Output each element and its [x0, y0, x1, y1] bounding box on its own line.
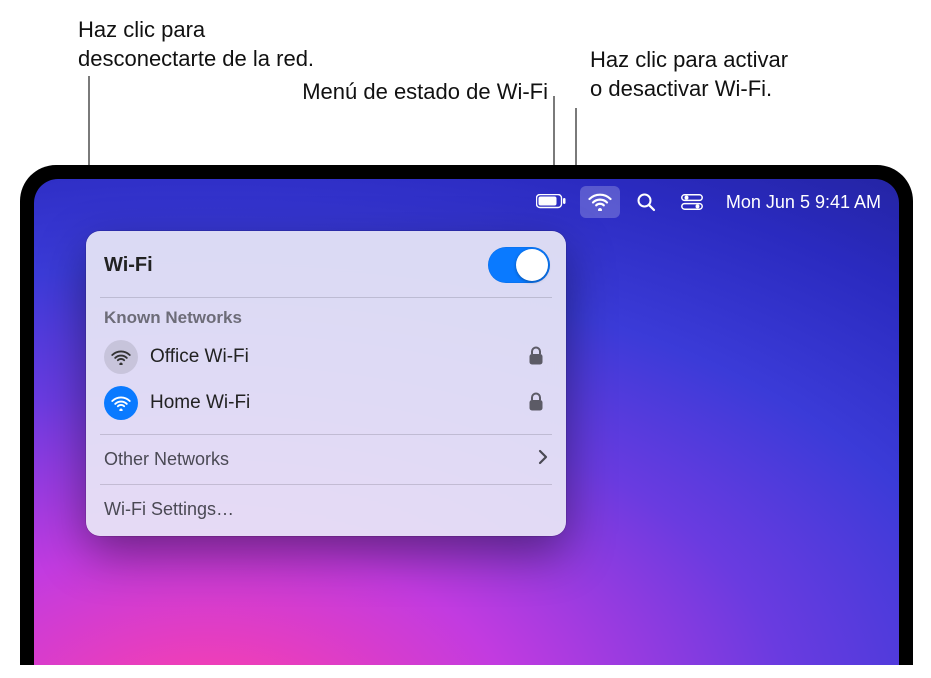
- menubar-datetime[interactable]: Mon Jun 5 9:41 AM: [718, 192, 889, 213]
- control-center-icon[interactable]: [672, 186, 712, 218]
- wifi-settings-row[interactable]: Wi-Fi Settings…: [100, 487, 552, 532]
- desktop-wallpaper: Mon Jun 5 9:41 AM Wi-Fi Known Networks: [34, 179, 899, 665]
- callout-toggle: Haz clic para activaro desactivar Wi-Fi.: [590, 46, 890, 103]
- device-frame: Mon Jun 5 9:41 AM Wi-Fi Known Networks: [20, 165, 913, 665]
- menubar: Mon Jun 5 9:41 AM: [34, 179, 899, 225]
- battery-icon[interactable]: [528, 186, 574, 218]
- callout-status-menu: Menú de estado de Wi-Fi: [248, 78, 548, 107]
- wifi-panel-title: Wi-Fi: [104, 254, 153, 277]
- divider: [100, 297, 552, 298]
- wifi-icon: [104, 386, 138, 420]
- network-name-label: Office Wi-Fi: [150, 346, 516, 368]
- other-networks-row[interactable]: Other Networks: [100, 437, 552, 482]
- divider: [100, 484, 552, 485]
- network-name-label: Home Wi-Fi: [150, 392, 516, 414]
- wifi-toggle-switch[interactable]: [488, 247, 550, 283]
- known-networks-label: Known Networks: [100, 300, 552, 334]
- lock-icon: [528, 392, 548, 414]
- wifi-icon: [104, 340, 138, 374]
- network-row-home[interactable]: Home Wi-Fi: [100, 380, 552, 426]
- chevron-right-icon: [538, 449, 548, 470]
- spotlight-search-icon[interactable]: [626, 186, 666, 218]
- other-networks-label: Other Networks: [104, 449, 229, 470]
- lock-icon: [528, 346, 548, 368]
- callout-disconnect: Haz clic paradesconectarte de la red.: [78, 16, 378, 73]
- wifi-menu-panel: Wi-Fi Known Networks Office Wi-Fi: [86, 231, 566, 536]
- wifi-status-menu-icon[interactable]: [580, 186, 620, 218]
- divider: [100, 434, 552, 435]
- network-row-office[interactable]: Office Wi-Fi: [100, 334, 552, 380]
- wifi-settings-label: Wi-Fi Settings…: [104, 499, 234, 520]
- wifi-panel-header: Wi-Fi: [100, 241, 552, 295]
- toggle-knob: [516, 249, 548, 281]
